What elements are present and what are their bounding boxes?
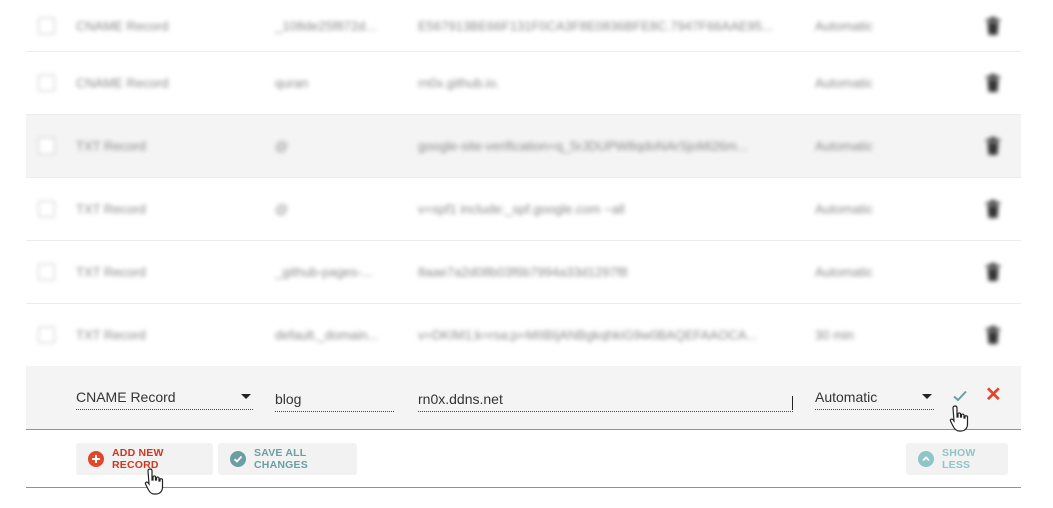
row-checkbox[interactable]: [38, 200, 55, 218]
checkmark-icon[interactable]: [952, 388, 968, 404]
record-value: 8aae7a2d08b03f6b7994a33d1297f8: [418, 264, 628, 280]
record-value: E567913BE66F131F0CA3F8E0836BFE8C.7947F66…: [418, 18, 773, 33]
check-circle-icon: [230, 451, 246, 467]
record-host: _108de25f872d...: [275, 18, 377, 33]
value-input[interactable]: rn0x.ddns.net: [418, 390, 793, 412]
record-ttl: 30 min: [815, 327, 855, 343]
trash-icon[interactable]: [986, 16, 1000, 35]
trash-icon[interactable]: [986, 200, 1000, 218]
trash-icon[interactable]: [986, 137, 1000, 155]
host-value: blog: [275, 391, 302, 407]
record-value: rn0x.github.io.: [418, 75, 500, 91]
dns-records-table: CNAME Record _108de25f872d... E567913BE6…: [26, 0, 1021, 367]
record-ttl: Automatic: [815, 264, 873, 280]
record-row[interactable]: TXT Record default._domain... v=DKIM1;k=…: [26, 304, 1021, 367]
caret-down-icon: [922, 394, 932, 399]
record-type: TXT Record: [76, 201, 146, 217]
row-checkbox[interactable]: [38, 137, 55, 155]
new-record-row: CNAME Record blog rn0x.ddns.net Automati…: [26, 366, 1021, 430]
ttl-value: Automatic: [815, 389, 878, 405]
row-checkbox[interactable]: [38, 326, 55, 344]
chevron-up-circle-icon: [918, 451, 934, 467]
row-checkbox[interactable]: [38, 17, 55, 34]
ttl-select[interactable]: Automatic: [815, 388, 934, 410]
record-type: TXT Record: [76, 264, 146, 280]
show-less-button[interactable]: SHOW LESS: [906, 443, 1008, 475]
record-value: google-site-verification=q_5rJDUPW8qdoNA…: [418, 138, 748, 154]
value-text: rn0x.ddns.net: [418, 391, 503, 407]
record-value: v=DKIM1;k=rsa;p=MIIBIjANBgkqhkiG9w0BAQEF…: [418, 327, 758, 343]
save-all-changes-label: SAVE ALL CHANGES: [254, 447, 308, 471]
record-ttl: Automatic: [815, 75, 873, 91]
plus-circle-icon: [88, 451, 104, 467]
host-input[interactable]: blog: [275, 390, 394, 412]
save-all-changes-button[interactable]: SAVE ALL CHANGES: [218, 443, 357, 475]
record-ttl: Automatic: [815, 201, 873, 217]
add-new-record-button[interactable]: ADD NEW RECORD: [76, 443, 213, 475]
show-less-label: SHOW LESS: [942, 447, 976, 471]
trash-icon[interactable]: [986, 263, 1000, 281]
record-row[interactable]: CNAME Record _108de25f872d... E567913BE6…: [26, 0, 1021, 52]
record-type: TXT Record: [76, 327, 146, 343]
record-row[interactable]: TXT Record @ google-site-verification=q_…: [26, 115, 1021, 178]
close-icon[interactable]: ✕: [985, 385, 1002, 405]
record-row[interactable]: TXT Record @ v=spf1 include:_spf.google.…: [26, 178, 1021, 241]
text-cursor: [792, 396, 793, 410]
record-host: default._domain...: [275, 327, 379, 343]
record-host: @: [275, 201, 289, 217]
record-type: CNAME Record: [76, 75, 169, 91]
record-type: CNAME Record: [76, 18, 169, 33]
record-type-value: CNAME Record: [76, 389, 176, 405]
trash-icon[interactable]: [986, 74, 1000, 92]
record-host: quran: [275, 75, 309, 91]
record-row[interactable]: TXT Record _github-pages-... 8aae7a2d08b…: [26, 241, 1021, 304]
trash-icon[interactable]: [986, 326, 1000, 344]
row-checkbox[interactable]: [38, 263, 55, 281]
record-row[interactable]: CNAME Record quran rn0x.github.io. Autom…: [26, 52, 1021, 115]
add-new-record-label: ADD NEW RECORD: [112, 447, 164, 471]
footer-divider: [26, 487, 1021, 488]
record-type: TXT Record: [76, 138, 146, 154]
record-host: @: [275, 138, 289, 154]
row-checkbox[interactable]: [38, 74, 55, 92]
caret-down-icon: [241, 394, 251, 399]
record-value: v=spf1 include:_spf.google.com ~all: [418, 201, 625, 217]
record-ttl: Automatic: [815, 138, 873, 154]
record-host: _github-pages-...: [275, 264, 373, 280]
record-ttl: Automatic: [815, 18, 873, 33]
record-type-select[interactable]: CNAME Record: [76, 388, 253, 410]
